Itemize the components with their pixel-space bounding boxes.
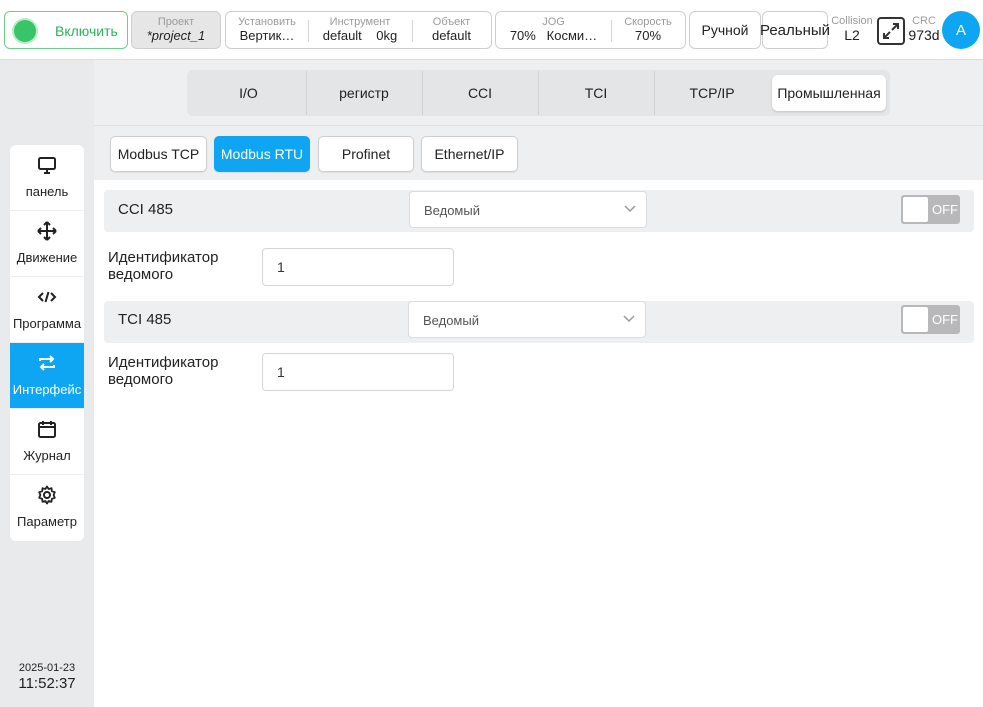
installation-cell[interactable]: Установить Вертик… — [226, 12, 308, 48]
tci485-title: TCI 485 — [118, 311, 172, 328]
speed-caption: Скорость — [624, 16, 672, 28]
cci485-toggle[interactable]: OFF — [901, 195, 960, 224]
collision-indicator[interactable]: Collision L2 — [829, 15, 875, 43]
user-avatar[interactable]: A — [942, 11, 980, 49]
tab-industrial[interactable]: Промышленная — [772, 75, 886, 111]
project-name: *project_1 — [146, 28, 206, 43]
cci485-mode-select[interactable]: Ведомый — [409, 191, 647, 228]
tab-tci[interactable]: TCI — [538, 71, 654, 115]
object-value: default — [431, 28, 472, 43]
sidebar-item-interface[interactable]: Интерфейс — [10, 343, 84, 409]
current-date: 2025-01-23 — [18, 662, 76, 674]
sidebar: панель Движение Программа Интерфейс Журн… — [10, 145, 84, 541]
project-selector[interactable]: Проект *project_1 — [131, 11, 221, 49]
jog-group[interactable]: JOG 70% Косми… Скорость 70% — [495, 11, 686, 49]
crc-caption: CRC — [912, 15, 936, 27]
installation-value: Вертик… — [239, 28, 295, 43]
installation-caption: Установить — [238, 16, 296, 28]
tab-tcpip[interactable]: TCP/IP — [654, 71, 770, 115]
current-time: 11:52:37 — [18, 675, 76, 692]
power-button[interactable]: Включить — [4, 11, 128, 49]
cci485-slave-id-input[interactable]: 1 — [262, 248, 454, 286]
tci485-mode-value: Ведомый — [423, 313, 479, 328]
toggle-knob — [903, 197, 928, 222]
toggle-label: OFF — [932, 202, 958, 217]
sidebar-item-motion[interactable]: Движение — [10, 211, 84, 277]
jog-value: 70% Косми… — [509, 28, 598, 43]
toggle-knob — [903, 307, 928, 332]
sidebar-item-label: Движение — [16, 250, 78, 265]
protocol-subtabs: Modbus TCP Modbus RTU Profinet Ethernet/… — [94, 126, 983, 180]
datetime: 2025-01-23 11:52:37 — [0, 662, 94, 692]
gear-icon — [38, 485, 56, 505]
crc-indicator: CRC 973d — [906, 15, 942, 43]
manual-mode-button[interactable]: Ручной — [689, 11, 761, 49]
sidebar-item-label: Интерфейс — [12, 382, 82, 397]
cci485-mode-value: Ведомый — [424, 203, 480, 218]
tab-cci[interactable]: CCI — [422, 71, 538, 115]
chevron-down-icon — [624, 205, 636, 213]
tab-register[interactable]: регистр — [306, 71, 422, 115]
code-icon — [37, 291, 57, 303]
slave-id-label-line2: ведомого — [108, 266, 174, 283]
speed-value: 70% — [634, 28, 662, 43]
tabs-band: I/O регистр CCI TCI TCP/IP Промышленная — [94, 60, 983, 126]
swap-icon — [39, 355, 55, 371]
expand-icon[interactable] — [876, 16, 906, 46]
tool-value: default 0kg — [322, 28, 398, 43]
top-bar: Включить Проект *project_1 Установить Ве… — [0, 0, 983, 60]
project-caption: Проект — [157, 16, 195, 28]
cci485-row: CCI 485 Ведомый OFF — [104, 190, 974, 232]
collision-caption: Collision — [831, 15, 873, 27]
main-panel: I/O регистр CCI TCI TCP/IP Промышленная … — [94, 60, 983, 707]
tci485-mode-select[interactable]: Ведомый — [408, 301, 646, 338]
jog-caption: JOG — [542, 16, 565, 28]
sidebar-item-settings[interactable]: Параметр — [10, 475, 84, 541]
sidebar-item-panel[interactable]: панель — [10, 145, 84, 211]
power-status-icon — [14, 20, 36, 42]
subtab-ethernet-ip[interactable]: Ethernet/IP — [421, 136, 518, 172]
crc-value: 973d — [908, 27, 940, 43]
toggle-label: OFF — [932, 312, 958, 327]
monitor-icon — [38, 157, 56, 174]
subtab-modbus-rtu[interactable]: Modbus RTU — [214, 136, 310, 172]
move-icon — [37, 221, 57, 241]
real-mode-button[interactable]: Реальный — [760, 11, 830, 49]
tci485-slave-id-label: Идентификатор ведомого — [108, 354, 218, 388]
tool-caption: Инструмент — [329, 16, 391, 28]
sidebar-item-program[interactable]: Программа — [10, 277, 84, 343]
slave-id-label-line1: Идентификатор — [108, 354, 219, 371]
sidebar-item-label: Параметр — [17, 514, 77, 529]
sidebar-item-journal[interactable]: Журнал — [10, 409, 84, 475]
object-cell[interactable]: Объект default — [412, 12, 491, 48]
sidebar-item-label: панель — [25, 184, 69, 199]
subtab-profinet[interactable]: Profinet — [318, 136, 414, 172]
tci485-toggle[interactable]: OFF — [901, 305, 960, 334]
collision-value: L2 — [844, 27, 860, 43]
cci485-slave-id-label: Идентификатор ведомого — [108, 249, 218, 283]
jog-cell[interactable]: JOG 70% Косми… — [496, 12, 611, 48]
slave-id-label-line2: ведомого — [108, 371, 174, 388]
interface-tabs: I/O регистр CCI TCI TCP/IP Промышленная — [187, 70, 890, 116]
tool-cell[interactable]: Инструмент default 0kg — [308, 12, 412, 48]
sidebar-item-label: Журнал — [23, 448, 71, 463]
tci485-slave-id-input[interactable]: 1 — [262, 353, 454, 391]
tci485-row: TCI 485 Ведомый OFF — [104, 301, 974, 343]
chevron-down-icon — [623, 315, 635, 323]
cci485-title: CCI 485 — [118, 201, 174, 218]
tab-io[interactable]: I/O — [191, 75, 306, 111]
subtab-modbus-tcp[interactable]: Modbus TCP — [110, 136, 207, 172]
object-caption: Объект — [432, 16, 471, 28]
power-label: Включить — [55, 23, 118, 39]
sidebar-item-label: Программа — [12, 316, 82, 331]
slave-id-label-line1: Идентификатор — [108, 249, 219, 266]
setup-group[interactable]: Установить Вертик… Инструмент default 0k… — [225, 11, 492, 49]
speed-cell[interactable]: Скорость 70% — [611, 12, 685, 48]
calendar-icon — [38, 421, 56, 438]
